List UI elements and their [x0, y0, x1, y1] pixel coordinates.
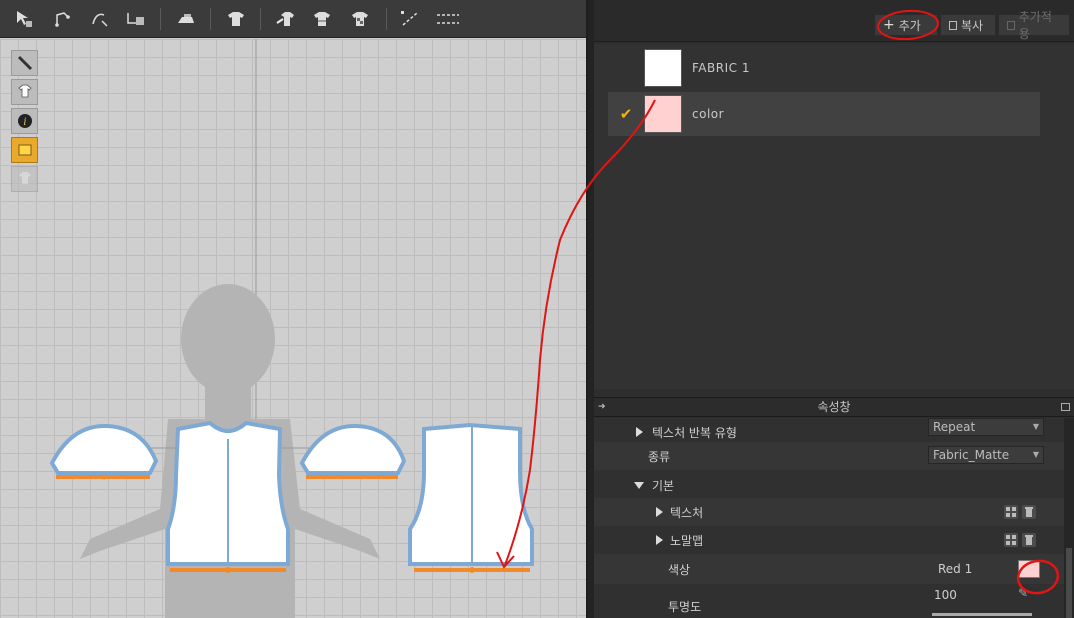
opacity-row[interactable]: 투명도 100 ✎ [594, 584, 1064, 618]
apply-fabric-button[interactable]: 추가적용 [998, 10, 1070, 41]
color-label: 색상 [668, 562, 691, 577]
copy-fabric-button[interactable]: 복사 [940, 14, 996, 36]
property-panel-title: 속성창 [817, 400, 851, 414]
opacity-value: 100 [934, 588, 957, 602]
texture-repeat-label: 텍스처 반복 유형 [652, 425, 737, 440]
side-toolbar: i [11, 50, 39, 195]
grade-icon[interactable] [346, 6, 374, 32]
front-body-piece [166, 420, 290, 573]
pin-icon[interactable]: ➜ [598, 398, 606, 417]
maximize-icon[interactable] [1061, 403, 1070, 411]
fabric-swatch [644, 49, 682, 87]
collapse-arrow-icon[interactable] [634, 481, 644, 489]
lock-icon[interactable] [11, 166, 38, 192]
texture-icon[interactable] [11, 137, 38, 163]
texture-row[interactable]: 텍스처 [594, 498, 1064, 526]
brush-icon[interactable] [11, 50, 38, 76]
expand-arrow-icon[interactable] [656, 535, 663, 545]
fold-icon[interactable] [308, 6, 336, 32]
type-label: 종류 [648, 449, 671, 464]
pattern-window: i [0, 0, 588, 618]
line-icon[interactable] [396, 6, 424, 32]
eyedropper-icon[interactable]: ✎ [1018, 586, 1028, 600]
color-value: Red 1 [938, 562, 973, 576]
fabric-name: color [692, 107, 725, 121]
copy-icon [949, 20, 957, 30]
checkerboard-icon[interactable] [1004, 533, 1018, 547]
add-fabric-button[interactable]: + 추가 [874, 14, 938, 36]
fabric-item[interactable]: FABRIC 1 [608, 46, 1040, 90]
back-body-piece [408, 422, 534, 573]
edit-point-icon[interactable] [50, 6, 78, 32]
property-panel-header: ➜ 속성창 [594, 397, 1074, 417]
checkerboard-icon[interactable] [1004, 505, 1018, 519]
shirt-icon[interactable] [222, 6, 250, 32]
select-icon[interactable] [10, 6, 38, 32]
normal-map-row[interactable]: 노말맵 [594, 526, 1064, 554]
fabric-name: FABRIC 1 [692, 61, 750, 75]
property-panel-body: 텍스처 반복 유형 Repeat ▼ 종류 Fabric_Matte ▼ 기본 [594, 418, 1064, 618]
fabric-list: FABRIC 1 ✔ color [594, 44, 1074, 389]
info-icon[interactable]: i [11, 108, 38, 134]
sew-icon[interactable] [122, 6, 150, 32]
plus-icon: + [883, 17, 895, 33]
apply-icon [1007, 20, 1015, 30]
color-row[interactable]: 색상 Red 1 [594, 554, 1064, 584]
tack-icon[interactable] [272, 6, 300, 32]
pattern-toolbar [0, 0, 588, 38]
color-swatch-button[interactable] [1018, 560, 1040, 578]
dropdown-arrow-icon: ▼ [1032, 450, 1039, 459]
curve-icon[interactable] [86, 6, 114, 32]
property-scrollbar[interactable] [1064, 418, 1074, 618]
fabric-toolbar: + 추가 복사 추가적용 [594, 0, 1074, 42]
opacity-label: 투명도 [668, 599, 702, 614]
visibility-icon[interactable] [11, 79, 38, 105]
iron-icon[interactable] [172, 6, 200, 32]
check-icon: ✔ [619, 105, 633, 123]
dropdown-arrow-icon: ▼ [1032, 422, 1039, 431]
normal-map-label: 노말맵 [670, 533, 704, 548]
pattern-drawing[interactable] [0, 39, 588, 618]
measure-icon[interactable] [434, 6, 462, 32]
expand-arrow-icon[interactable] [656, 507, 663, 517]
type-select[interactable]: Fabric_Matte ▼ [928, 446, 1044, 464]
right-panel: + 추가 복사 추가적용 FABRIC 1 ✔ color ➜ 속성창 텍스처 … [594, 0, 1074, 618]
basic-section-label: 기본 [652, 478, 675, 493]
expand-arrow-icon[interactable] [636, 427, 643, 437]
trash-icon[interactable] [1022, 533, 1036, 547]
type-row[interactable]: 종류 Fabric_Matte ▼ [594, 442, 1064, 470]
texture-repeat-select[interactable]: Repeat ▼ [928, 418, 1044, 436]
opacity-slider[interactable] [932, 613, 1032, 616]
trash-icon[interactable] [1022, 505, 1036, 519]
app-window: i + 추가 복사 추가적용 FABRIC 1 ✔ color ➜ 속성창 텍스… [0, 0, 1074, 618]
texture-label: 텍스처 [670, 505, 704, 520]
fabric-swatch [644, 95, 682, 133]
pattern-canvas[interactable] [0, 39, 588, 618]
basic-section-row[interactable]: 기본 [594, 471, 1064, 499]
fabric-item-selected[interactable]: ✔ color [608, 92, 1040, 136]
left-sleeve-piece [49, 423, 159, 480]
right-sleeve-piece [299, 423, 407, 479]
svg-text:i: i [23, 117, 26, 128]
